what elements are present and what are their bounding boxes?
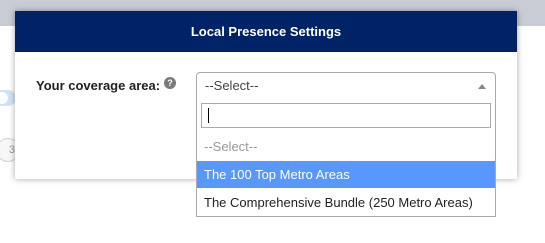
background-toggle	[0, 90, 16, 106]
toggle-knob	[0, 92, 8, 104]
dropdown-option-comprehensive-bundle[interactable]: The Comprehensive Bundle (250 Metro Area…	[197, 189, 495, 216]
dropdown-option-top-100-metro[interactable]: The 100 Top Metro Areas	[197, 161, 495, 188]
dropdown-search-input[interactable]	[201, 103, 491, 128]
help-question-icon[interactable]: ?	[164, 77, 176, 89]
modal-title: Local Presence Settings	[15, 11, 517, 52]
coverage-area-select[interactable]: --Select--	[196, 72, 496, 100]
coverage-area-label: Your coverage area:	[36, 78, 161, 93]
text-cursor	[208, 108, 209, 123]
dropdown-option-select[interactable]: --Select--	[197, 133, 495, 160]
select-current-value: --Select--	[205, 78, 259, 93]
caret-up-icon[interactable]	[478, 84, 486, 89]
coverage-area-dropdown: --Select-- The 100 Top Metro Areas The C…	[196, 99, 496, 217]
